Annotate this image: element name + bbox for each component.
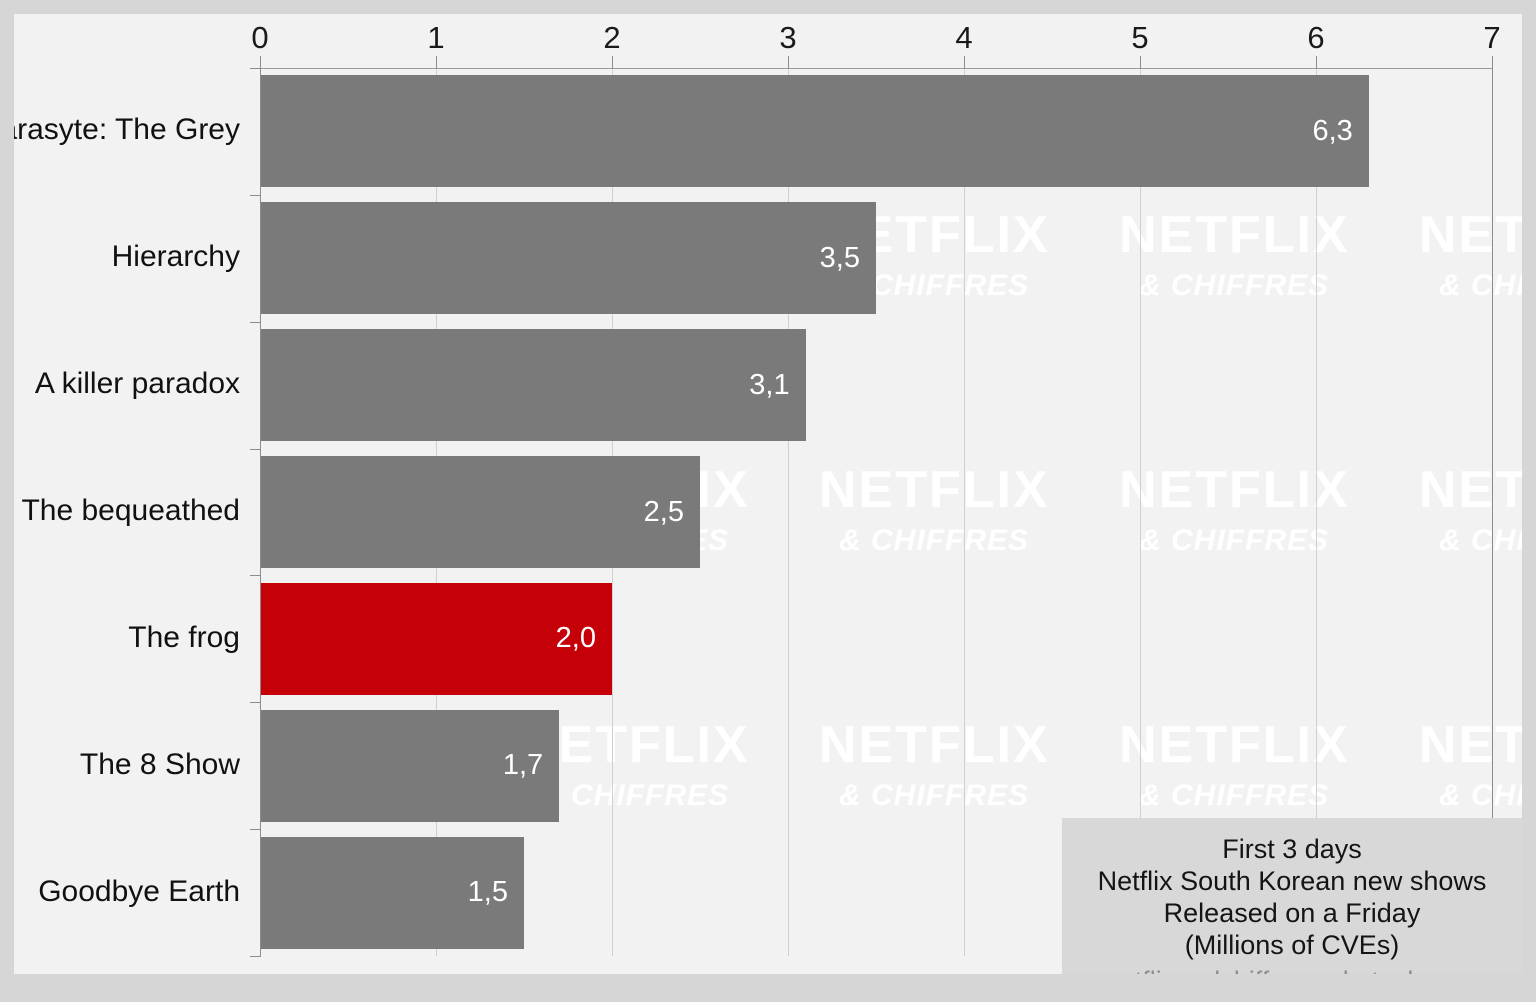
caption-line-4: (Millions of CVEs) [1184, 929, 1400, 960]
x-tick-2 [612, 56, 613, 69]
y-axis-line [260, 68, 261, 957]
bar-value-label: 3,5 [819, 241, 860, 274]
gridline-4 [964, 68, 965, 956]
bar-value-label: 2,5 [643, 495, 684, 528]
x-tick-3 [788, 56, 789, 69]
caption-box: First 3 days Netflix South Korean new sho… [1062, 818, 1522, 974]
x-tick-label-0: 0 [251, 20, 269, 55]
bar-parasyte-the-grey[interactable]: 6,3 [260, 75, 1369, 188]
x-tick-label-2: 2 [603, 20, 621, 55]
x-tick-label-5: 5 [1131, 20, 1149, 55]
bar-hierarchy[interactable]: 3,5 [260, 202, 876, 315]
y-tick-7 [250, 956, 261, 957]
y-tick-2 [250, 321, 261, 323]
bar-the-8-show[interactable]: 1,7 [260, 709, 560, 822]
x-tick-label-6: 6 [1307, 20, 1325, 55]
x-tick-label-1: 1 [427, 20, 445, 55]
x-tick-1 [436, 56, 437, 69]
x-tick-label-4: 4 [955, 20, 973, 55]
top-axis-line [260, 68, 1493, 69]
chart-canvas: NETFLIX& CHIFFRESNETFLIX& CHIFFRESNETFLI… [14, 14, 1522, 974]
x-tick-label-7: 7 [1483, 20, 1501, 55]
x-tick-6 [1316, 56, 1317, 69]
bar-value-label: 3,1 [749, 368, 790, 401]
x-tick-4 [964, 56, 965, 69]
x-tick-7 [1492, 56, 1493, 69]
x-tick-label-3: 3 [779, 20, 797, 55]
caption-line-3: Released on a Friday [1163, 897, 1421, 928]
y-category-label-the-frog: The frog [128, 620, 240, 654]
caption-source-url[interactable]: netflixandchiffres.substack.com [1062, 967, 1522, 974]
bar-goodbye-earth[interactable]: 1,5 [260, 836, 524, 949]
y-category-label-the-bequeathed: The bequeathed [21, 494, 240, 527]
y-category-label-hierarchy: Hierarchy [111, 240, 240, 274]
caption-line-1: First 3 days [1222, 834, 1362, 864]
bar-value-label: 1,7 [502, 749, 544, 782]
y-category-label-goodbye-earth: Goodbye Earth [38, 874, 240, 908]
y-category-label-parasyte-the-grey: Parasyte: The Grey [14, 113, 240, 147]
bar-value-label: 1,5 [467, 876, 508, 909]
gridline-3 [788, 68, 789, 956]
y-tick-3 [250, 448, 261, 450]
figure-frame: NETFLIX& CHIFFRESNETFLIX& CHIFFRESNETFLI… [0, 0, 1536, 1002]
bar-a-killer-paradox[interactable]: 3,1 [260, 329, 806, 442]
y-tick-6 [250, 829, 261, 831]
y-category-label-the-8-show: The 8 Show [79, 747, 240, 781]
x-tick-5 [1140, 56, 1141, 69]
y-category-label-a-killer-paradox: A killer paradox [34, 367, 240, 401]
y-tick-1 [250, 194, 261, 196]
y-tick-0 [250, 68, 261, 69]
caption-line-2: Netflix South Korean new shows [1097, 865, 1487, 896]
bar-value-label: 2,0 [555, 622, 596, 655]
y-tick-4 [250, 575, 261, 577]
y-tick-5 [250, 702, 261, 704]
bar-the-bequeathed[interactable]: 2,5 [260, 456, 700, 568]
bar-value-label: 6,3 [1312, 114, 1353, 147]
bar-the-frog[interactable]: 2,0 [260, 582, 612, 695]
